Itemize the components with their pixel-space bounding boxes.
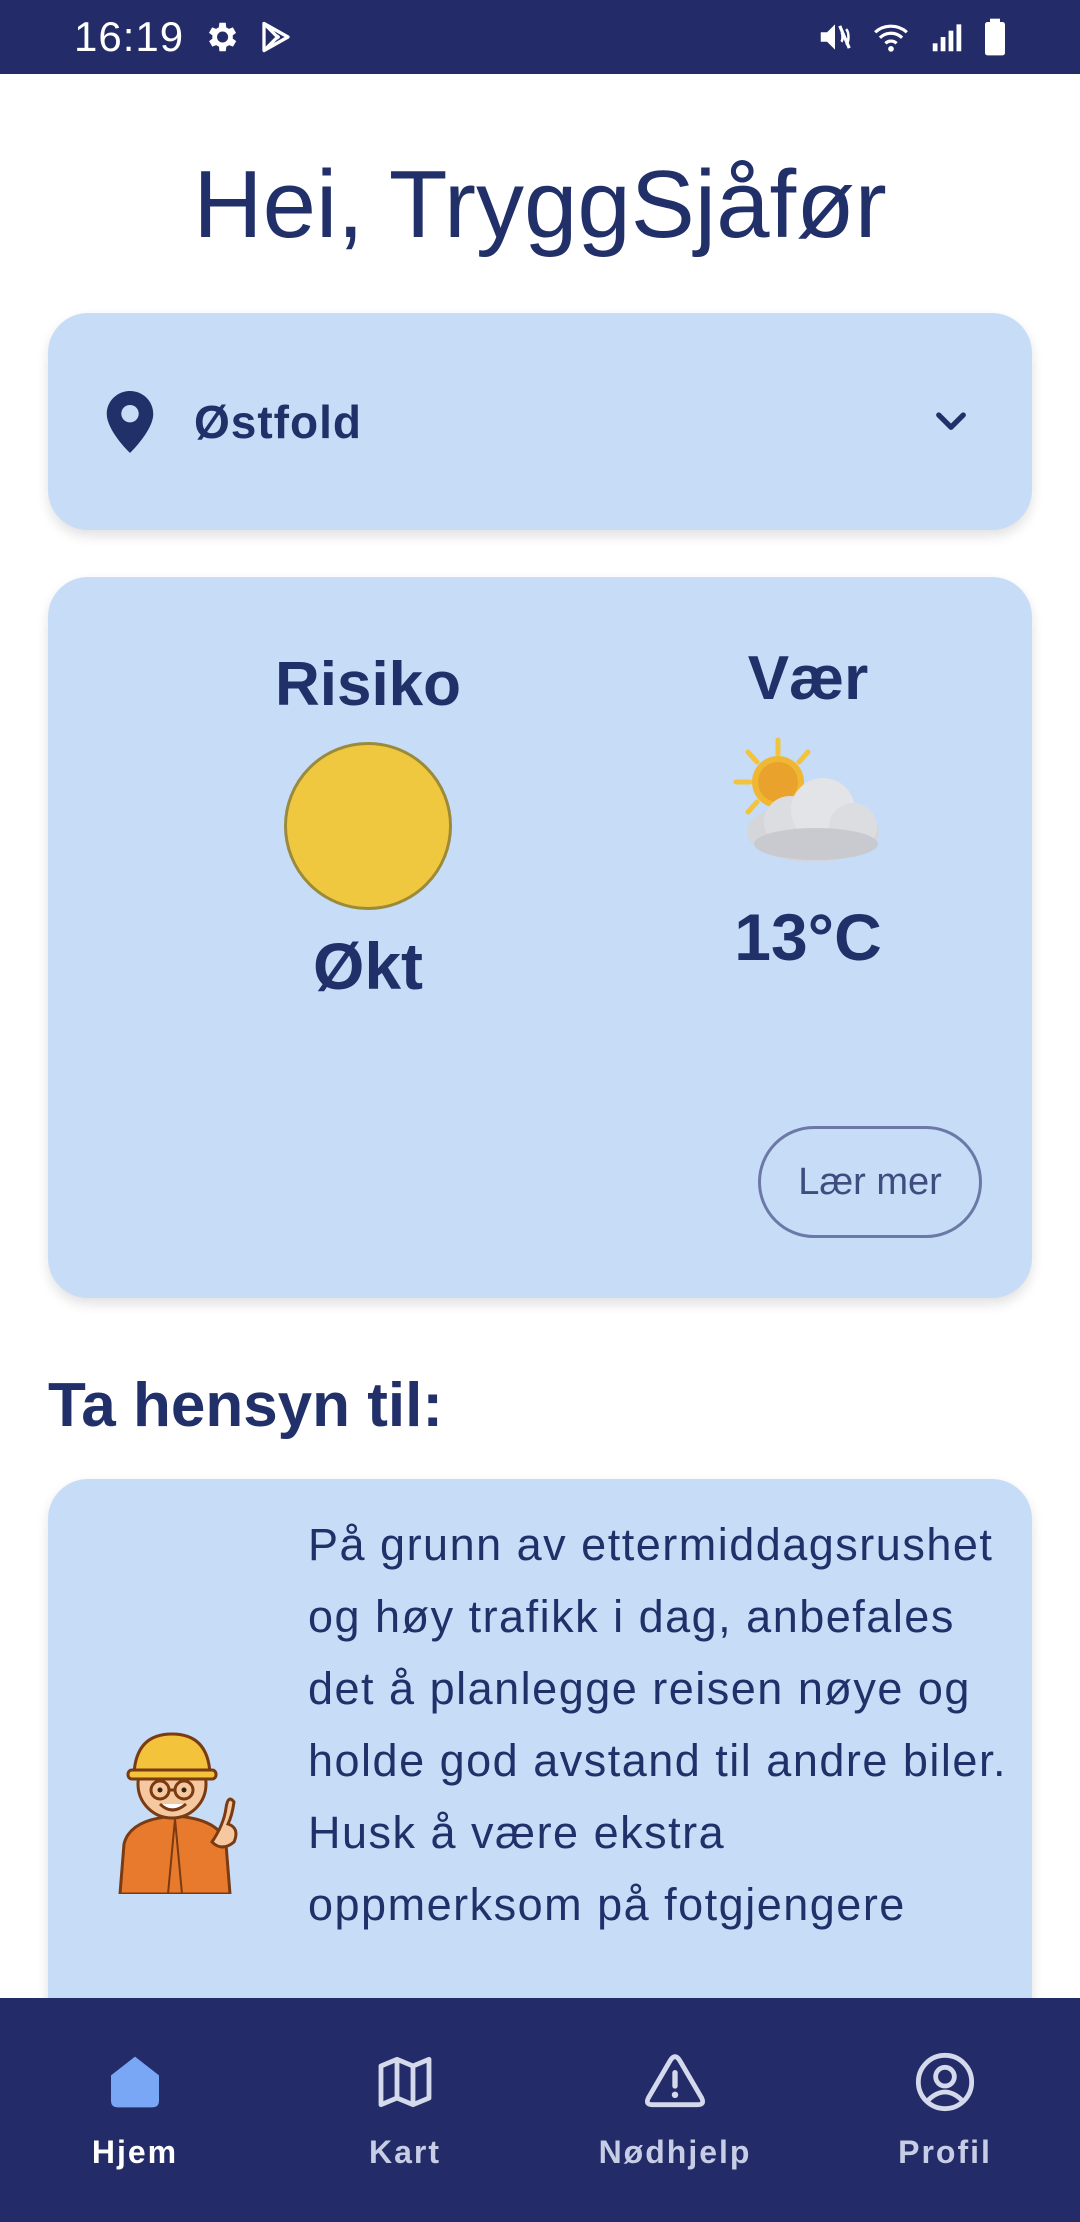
nav-item-home[interactable]: Hjem (0, 1998, 270, 2222)
play-store-icon (258, 18, 294, 56)
weather-section: Vær 13°C (593, 577, 1023, 975)
nav-item-emergency[interactable]: Nødhjelp (540, 1998, 810, 2222)
status-time: 16:19 (74, 13, 185, 60)
settings-icon (202, 18, 240, 56)
risk-indicator (284, 742, 452, 910)
region-value: Østfold (194, 395, 362, 448)
alert-icon (644, 2054, 706, 2108)
location-pin-icon (106, 390, 154, 453)
nav-label-profile: Profil (898, 2134, 992, 2170)
battery-icon (982, 17, 1008, 57)
profile-icon (915, 2052, 975, 2112)
nav-label-emergency: Nødhjelp (598, 2134, 752, 2170)
temperature-value: 13°C (734, 900, 882, 974)
map-icon (378, 2056, 432, 2108)
risk-section: Risiko Økt (178, 577, 558, 1004)
wifi-icon (870, 18, 912, 56)
driver-mascot-icon (118, 1732, 238, 1894)
chevron-down-icon (936, 411, 966, 430)
mute-icon (816, 18, 854, 56)
status-bar: 16:19 (0, 0, 1080, 74)
tip-card: På grunn av ettermiddagsrushet og høy tr… (48, 1479, 1032, 2039)
risk-title: Risiko (274, 650, 462, 719)
risk-weather-card: Risiko Økt Vær 13°C Lær mer (48, 577, 1032, 1298)
tip-text: På grunn av ettermiddagsrushet og høy tr… (308, 1519, 1007, 1930)
tips-section-title: Ta hensyn til: (48, 1371, 444, 1440)
nav-label-home: Hjem (91, 2134, 179, 2170)
signal-icon (928, 18, 966, 56)
bottom-navigation: Hjem Kart Nødhjelp Profil (0, 1998, 1080, 2222)
learn-more-button[interactable]: Lær mer (758, 1126, 982, 1238)
nav-item-profile[interactable]: Profil (810, 1998, 1080, 2222)
sun-behind-cloud-icon (733, 737, 879, 862)
greeting-title: Hei, TryggSjåfør (193, 151, 887, 258)
home-icon (111, 2056, 159, 2108)
weather-title: Vær (747, 644, 869, 713)
region-selector[interactable]: Østfold (48, 313, 1032, 530)
nav-label-map: Kart (368, 2134, 441, 2170)
risk-value: Økt (312, 929, 424, 1003)
nav-item-map[interactable]: Kart (270, 1998, 540, 2222)
